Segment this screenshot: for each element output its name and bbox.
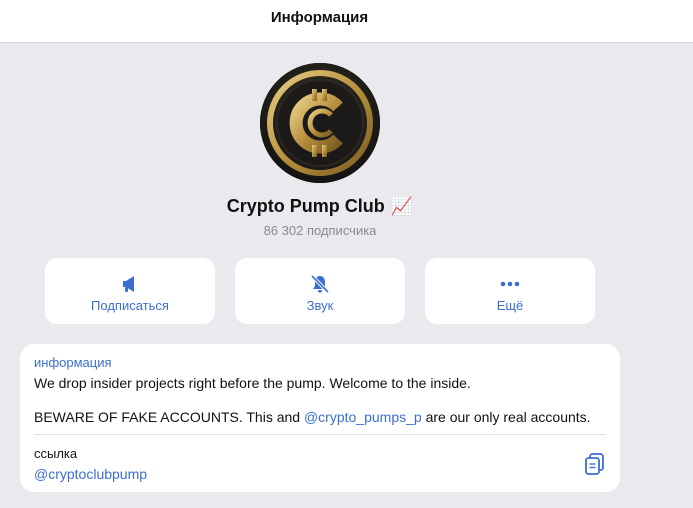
divider	[34, 434, 606, 435]
bell-slash-icon	[310, 273, 330, 295]
description-text-before: BEWARE OF FAKE ACCOUNTS. This and	[34, 409, 304, 425]
chart-emoji-icon: 📈	[390, 196, 414, 216]
more-dots-icon	[499, 273, 521, 295]
channel-name: Crypto Pump Club 📈	[0, 196, 640, 217]
crypto-coin-logo	[260, 63, 380, 183]
copy-icon[interactable]	[584, 452, 606, 476]
channel-avatar[interactable]	[260, 63, 380, 183]
mention-link[interactable]: @crypto_pumps_p	[304, 409, 422, 425]
subscribe-button[interactable]: Подписаться	[45, 258, 215, 324]
description-line-1: We drop insider projects right before th…	[34, 375, 471, 391]
subscribe-label: Подписаться	[91, 298, 169, 313]
channel-name-text: Crypto Pump Club	[226, 196, 385, 216]
subscriber-count: 86 302 подписчика	[263, 223, 377, 238]
info-card: информация We drop insider projects righ…	[20, 344, 620, 492]
megaphone-icon	[120, 273, 140, 295]
sound-button[interactable]: Звук	[235, 258, 405, 324]
channel-link[interactable]: @cryptoclubpump	[34, 466, 147, 482]
top-bar: Информация	[0, 0, 693, 43]
page-title: Информация	[270, 8, 369, 26]
description-text-after: are our only real accounts.	[421, 409, 591, 425]
info-section-label: информация	[34, 355, 112, 370]
description-line-2: BEWARE OF FAKE ACCOUNTS. This and @crypt…	[34, 409, 591, 425]
link-label: ссылка	[34, 446, 78, 461]
sound-label: Звук	[306, 298, 334, 313]
more-label: Ещё	[496, 298, 524, 313]
more-button[interactable]: Ещё	[425, 258, 595, 324]
